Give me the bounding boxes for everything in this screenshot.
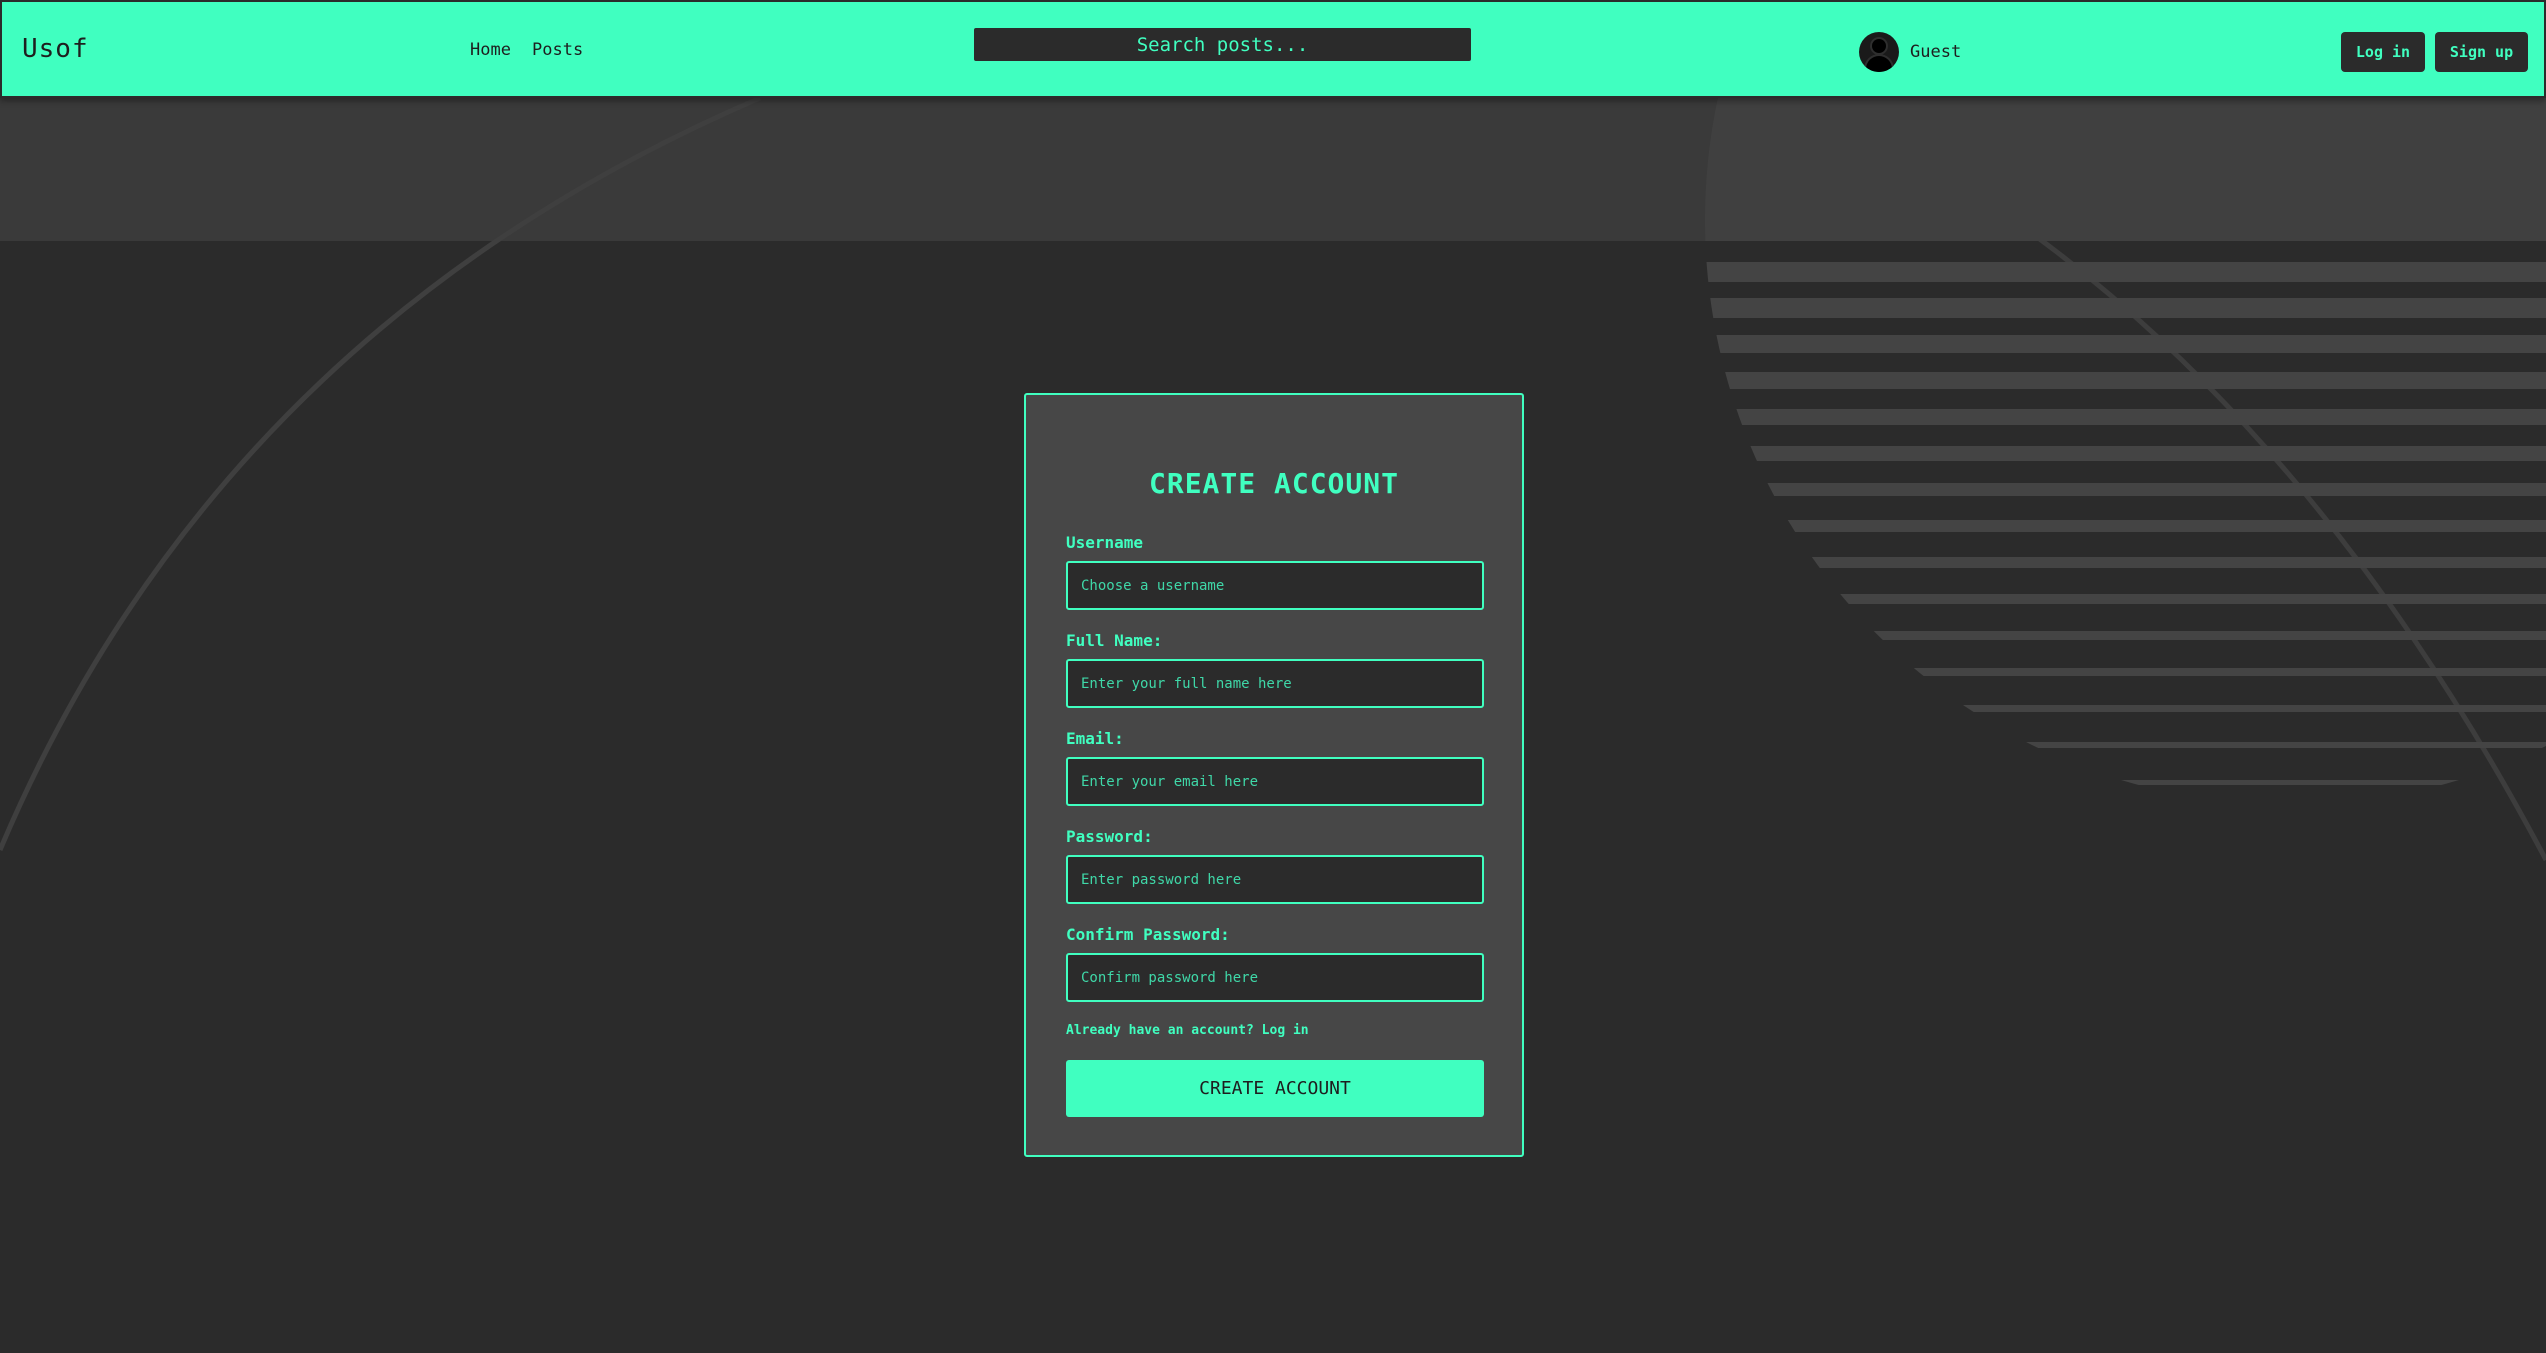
avatar-body-shape bbox=[1866, 56, 1892, 72]
full-name-input[interactable] bbox=[1066, 659, 1484, 708]
site-logo[interactable]: Usof bbox=[22, 34, 89, 64]
signup-button[interactable]: Sign up bbox=[2435, 32, 2528, 72]
user-name: Guest bbox=[1910, 42, 1962, 62]
form-title: CREATE ACCOUNT bbox=[1148, 467, 1399, 500]
avatar-head-shape bbox=[1872, 39, 1886, 53]
search-input[interactable] bbox=[974, 28, 1471, 61]
create-account-button[interactable]: CREATE ACCOUNT bbox=[1066, 1060, 1484, 1117]
login-button[interactable]: Log in bbox=[2341, 32, 2425, 72]
email-input[interactable] bbox=[1066, 757, 1484, 806]
username-label: Username bbox=[1066, 533, 1144, 552]
password-input[interactable] bbox=[1066, 855, 1484, 904]
login-link[interactable]: Already have an account? Log in bbox=[1066, 1023, 1309, 1038]
top-navbar: Usof Home Posts Guest Log in Sign up bbox=[0, 0, 2546, 98]
nav-link-posts[interactable]: Posts bbox=[532, 40, 583, 60]
full-name-label: Full Name: bbox=[1066, 631, 1163, 650]
confirm-password-label: Confirm Password: bbox=[1066, 925, 1230, 944]
user-avatar-icon[interactable] bbox=[1859, 32, 1899, 72]
confirm-password-input[interactable] bbox=[1066, 953, 1484, 1002]
page: Usof Home Posts Guest Log in Sign up CRE… bbox=[0, 0, 2546, 1353]
username-input[interactable] bbox=[1066, 561, 1484, 610]
nav-link-home[interactable]: Home bbox=[470, 40, 511, 60]
password-label: Password: bbox=[1066, 827, 1153, 846]
registration-form-card: CREATE ACCOUNT Username Full Name: Email… bbox=[1024, 393, 1524, 1157]
email-label: Email: bbox=[1066, 729, 1124, 748]
